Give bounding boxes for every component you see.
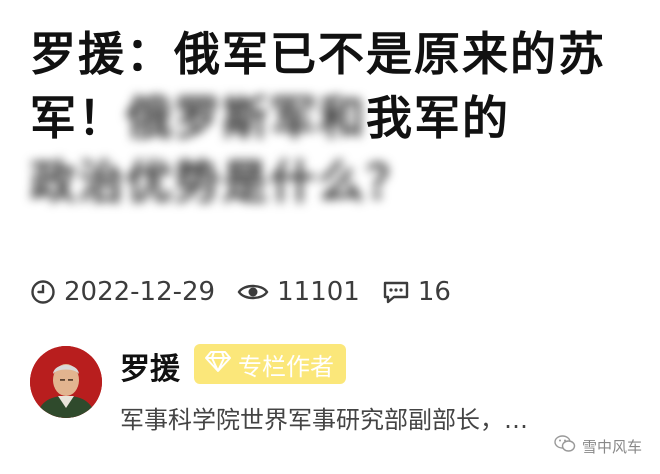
date-item: 2022-12-29 xyxy=(30,277,215,307)
diamond-icon xyxy=(204,349,232,379)
title-blurred-text: 俄罗斯军和 xyxy=(126,91,366,145)
watermark: 雪中风车 xyxy=(554,434,642,458)
columnist-badge: 专栏作者 xyxy=(194,344,346,384)
title-blurred-text-line3: 政治优势是什么？ xyxy=(30,155,414,209)
author-name[interactable]: 罗援 xyxy=(120,344,180,388)
comments-item[interactable]: 16 xyxy=(382,277,451,307)
eye-icon xyxy=(237,280,269,304)
badge-label: 专栏作者 xyxy=(238,352,334,381)
views-item: 11101 xyxy=(237,277,360,307)
view-count: 11101 xyxy=(277,277,360,307)
comment-count: 16 xyxy=(417,277,451,307)
avatar[interactable] xyxy=(30,346,102,418)
chat-bubble-icon xyxy=(382,279,410,305)
article-meta: 2022-12-29 11101 16 xyxy=(30,272,463,312)
watermark-text: 雪中风车 xyxy=(581,437,642,456)
publish-date: 2022-12-29 xyxy=(64,277,216,307)
title-text-continued: 我军的 xyxy=(366,91,510,145)
wechat-icon xyxy=(554,434,576,458)
article-title: 罗援：俄军已不是原来的苏军！俄罗斯军和我军的 政治优势是什么？ xyxy=(30,22,630,214)
author-bio: 军事科学院世界军事研究部副部长，… xyxy=(120,406,528,434)
clock-icon xyxy=(30,279,56,305)
author-card[interactable]: 罗援 专栏作者 军事科学院世界军事研究部副部长，… xyxy=(30,340,640,440)
